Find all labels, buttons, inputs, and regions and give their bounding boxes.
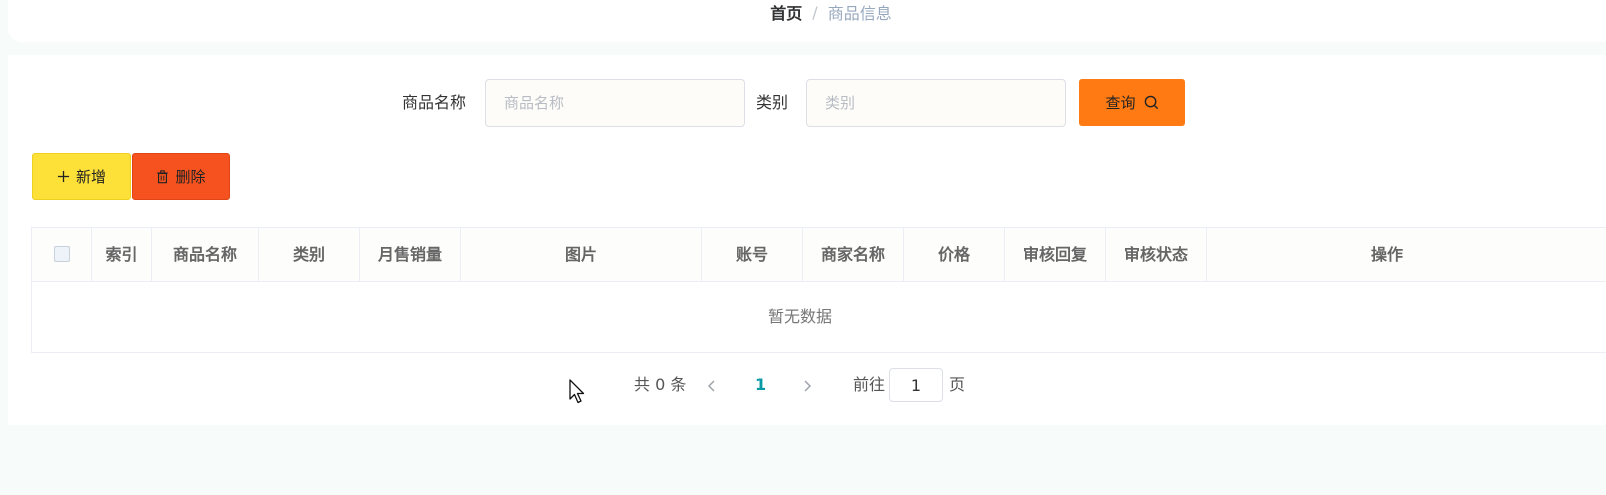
prev-page-button[interactable] [707,367,717,403]
table-empty-text: 暂无数据 [767,307,832,326]
search-icon [1144,95,1159,110]
select-all-checkbox[interactable] [54,246,70,262]
mouse-cursor-icon [569,379,587,409]
page-number-current[interactable]: 1 [755,367,766,403]
column-header-actions: 操作 [1370,245,1403,264]
column-header-index[interactable]: 索引 [92,228,152,281]
next-page-button[interactable] [802,367,812,403]
column-header-monthly-sales[interactable]: 月售销量 [360,228,461,281]
name-search-input[interactable] [485,79,745,127]
column-header-image[interactable]: 图片 [461,228,702,281]
delete-button[interactable]: 删除 [132,153,230,200]
delete-button-label: 删除 [175,168,206,186]
add-button[interactable]: 新增 [32,153,131,200]
select-all-cell [32,228,92,281]
table-header: 索引 商品名称 类别 月售销量 图片 账号 商家名称 价格 审核回复 审核状态 … [32,228,1606,282]
chevron-left-icon [707,379,715,392]
column-header-name[interactable]: 商品名称 [152,228,259,281]
column-header-price[interactable]: 价格 [904,228,1005,281]
data-table: 索引 商品名称 类别 月售销量 图片 账号 商家名称 价格 审核回复 审核状态 … [31,227,1606,353]
name-label: 商品名称 [402,93,467,112]
query-button[interactable]: 查询 [1079,79,1185,126]
query-button-label: 查询 [1105,94,1136,112]
trash-icon [156,169,169,184]
column-header-category[interactable]: 类别 [259,228,360,281]
column-header-review-status[interactable]: 审核状态 [1106,228,1207,281]
main-panel: 商品名称 类别 查询 新增 删除 索引 商品名称 类别 月售销量 图片 账号 [8,55,1606,425]
plus-icon [57,170,70,183]
pagination-total: 共 0 条 [634,375,687,394]
category-label: 类别 [756,93,789,112]
column-header-review-reply[interactable]: 审核回复 [1005,228,1106,281]
breadcrumb: 首页 / 商品信息 [0,0,1606,24]
column-header-merchant[interactable]: 商家名称 [803,228,904,281]
page-suffix-label: 页 [949,375,966,394]
goto-page-input[interactable] [889,368,943,402]
breadcrumb-home[interactable]: 首页 [770,0,802,24]
breadcrumb-current: 商品信息 [827,4,892,23]
chevron-right-icon [804,379,812,392]
add-button-label: 新增 [75,168,106,186]
column-header-account[interactable]: 账号 [702,228,803,281]
breadcrumb-separator: / [812,2,818,22]
goto-label: 前往 [853,375,886,394]
category-search-input[interactable] [806,79,1066,127]
